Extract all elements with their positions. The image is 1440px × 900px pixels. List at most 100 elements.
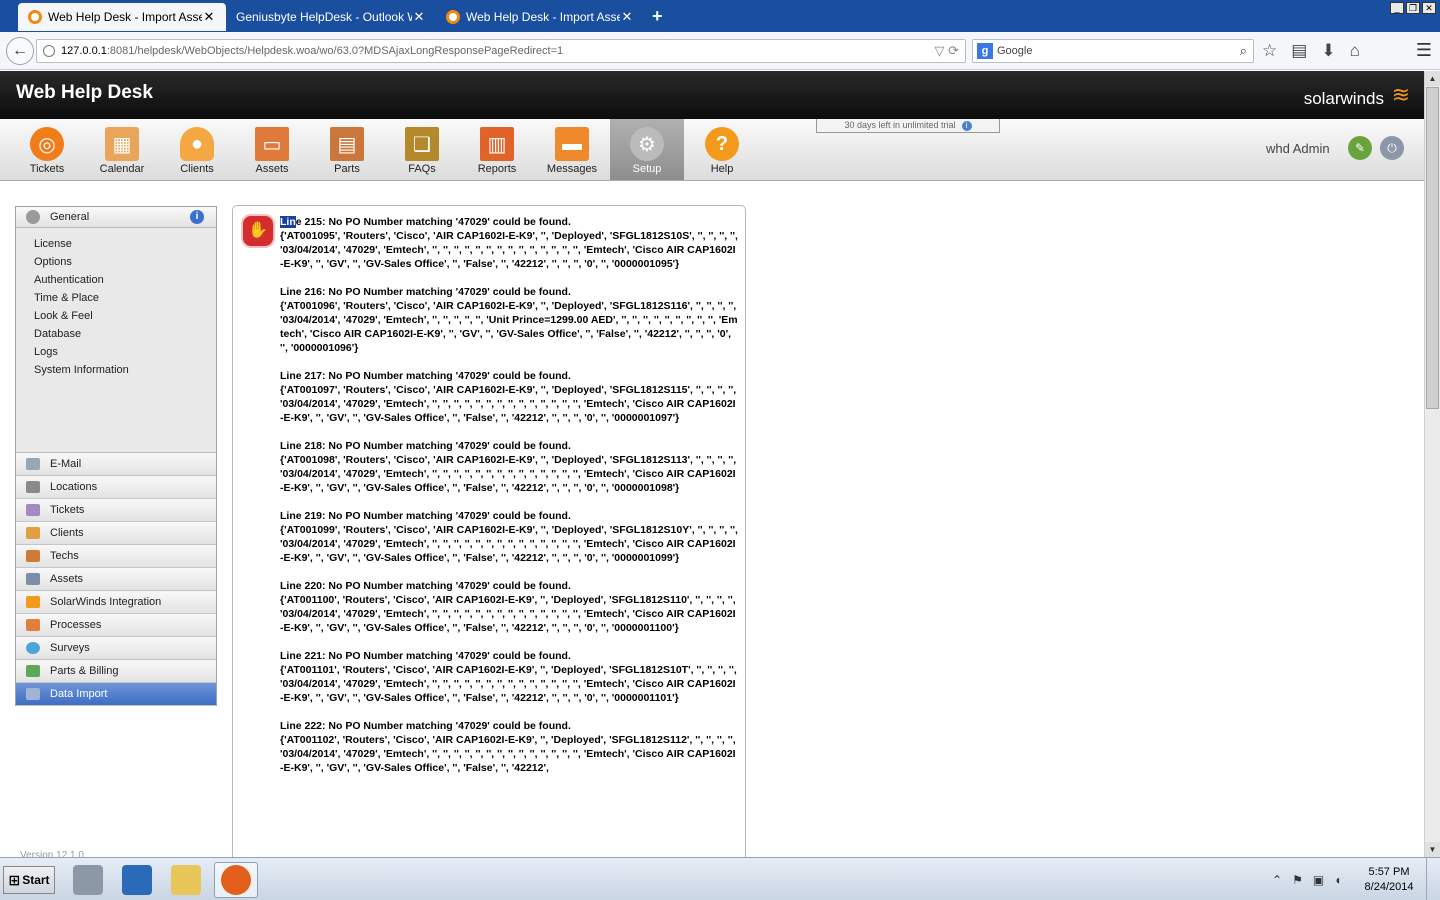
back-button[interactable]: ← [6,37,34,65]
toolbar-parts[interactable]: ▤ Parts [310,119,384,180]
scrollbar-thumb[interactable] [1426,87,1439,409]
billing-icon [26,665,40,677]
browser-tab-3[interactable]: Web Help Desk - Import Assets ✕ [436,3,644,31]
reload-icon[interactable]: ▽ ⟳ [934,43,959,59]
taskbar-explorer[interactable] [164,862,208,898]
error-message: Line 218: No PO Number matching '47029' … [280,439,738,495]
brand-logo: solarwinds [1303,89,1384,108]
preferences-icon[interactable]: ✎ [1348,136,1372,160]
sidebar-item-surveys[interactable]: Surveys [16,637,216,660]
windows-logo-icon: ⊞ [8,871,21,888]
error-record: {'AT001101', 'Routers', 'Cisco', 'AIR CA… [280,664,737,704]
sidebar-item-email[interactable]: E-Mail [16,453,216,476]
sidebar-item-general[interactable]: General i [16,207,216,228]
toolbar-label: Calendar [99,163,145,175]
building-icon [26,481,40,493]
server-manager-icon [73,865,103,895]
close-tab-icon[interactable]: ✕ [202,9,216,25]
toolbar-assets[interactable]: ▭ Assets [235,119,309,180]
info-icon[interactable]: i [961,121,972,131]
home-icon[interactable]: ⌂ [1350,41,1360,61]
sidebar-item-label: Data Import [50,688,108,700]
start-button[interactable]: ⊞ Start [3,866,55,894]
survey-icon [26,642,40,654]
windows-taskbar: ⊞ Start ⌃ ⚑ ▣ ◖ 5:57 PM 8/24/2014 [0,857,1440,900]
sidebar-item-parts-billing[interactable]: Parts & Billing [16,660,216,683]
error-heading-text: e 215: No PO Number matching '47029' cou… [295,216,571,228]
sidebar-item-solarwinds-integration[interactable]: SolarWinds Integration [16,591,216,614]
sidebar-item-locations[interactable]: Locations [16,476,216,499]
sidebar-item-clients[interactable]: Clients [16,522,216,545]
search-icon[interactable]: ⌕ [1240,43,1247,59]
sidebar-subitem-logs[interactable]: Logs [16,346,216,364]
question-icon: ? [705,127,739,161]
download-icon[interactable]: ⬇ [1321,41,1335,61]
info-icon[interactable]: i [190,210,204,224]
sidebar-subitem-options[interactable]: Options [16,256,216,274]
sidebar-subitem-system-information[interactable]: System Information [16,364,216,382]
ticket-icon [26,504,40,516]
toolbar-reports[interactable]: ▥ Reports [460,119,534,180]
show-desktop-button[interactable] [1426,858,1440,900]
toolbar-tickets[interactable]: ◎ Tickets [10,119,84,180]
toolbar-label: Help [710,163,734,175]
folder-icon [171,865,201,895]
error-heading: Line 217: No PO Number matching '47029' … [280,370,571,382]
bookmark-star-icon[interactable]: ☆ [1262,41,1277,61]
taskbar-clock[interactable]: 5:57 PM 8/24/2014 [1356,865,1422,895]
google-icon[interactable]: g [977,43,993,59]
sidebar-subitem-time-place[interactable]: Time & Place [16,292,216,310]
search-input[interactable]: g Google ⌕ [972,39,1254,63]
action-center-flag-icon[interactable]: ⚑ [1292,873,1303,887]
toolbar-help[interactable]: ? Help [685,119,759,180]
error-record: {'AT001099', 'Routers', 'Cisco', 'AIR CA… [280,524,738,564]
browser-tab-2[interactable]: Geniusbyte HelpDesk - Outlook W... ✕ [226,3,436,31]
error-record: {'AT001096', 'Routers', 'Cisco', 'AIR CA… [280,300,738,354]
close-tab-icon[interactable]: ✕ [620,9,634,25]
scroll-down-icon[interactable]: ▼ [1425,842,1440,857]
page-scrollbar[interactable]: ▲ ▼ [1424,71,1440,857]
sidebar-item-label: Locations [50,481,98,493]
address-bar[interactable]: 127.0.0.1:8081/helpdesk/WebObjects/Helpd… [36,39,966,63]
sidebar-item-tickets[interactable]: Tickets [16,499,216,522]
restore-icon[interactable]: ❐ [1406,2,1420,14]
sidebar-item-processes[interactable]: Processes [16,614,216,637]
toolbar-clients[interactable]: ● Clients [160,119,234,180]
person-icon: ● [180,127,214,161]
logout-icon[interactable]: ⏻ [1380,136,1404,160]
new-tab-button[interactable]: + [652,6,663,27]
sidebar-item-techs[interactable]: Techs [16,545,216,568]
monitor-icon [26,573,40,585]
taskbar-powershell[interactable] [115,862,159,898]
minimize-icon[interactable]: _ [1390,2,1404,14]
sidebar-item-label: Techs [50,550,79,562]
close-window-icon[interactable]: ✕ [1422,2,1436,14]
network-icon[interactable]: ▣ [1313,873,1324,887]
sidebar-item-data-import[interactable]: Data Import [16,683,216,706]
tab-label: Geniusbyte HelpDesk - Outlook W... [236,10,412,24]
toolbar-faqs[interactable]: ❑ FAQs [385,119,459,180]
toolbar-messages[interactable]: ▬ Messages [535,119,609,180]
sidebar-subitem-authentication[interactable]: Authentication [16,274,216,292]
scroll-up-icon[interactable]: ▲ [1425,71,1440,86]
sidebar-subitem-look-feel[interactable]: Look & Feel [16,310,216,328]
volume-icon[interactable]: ◖ [1334,873,1341,887]
user-name: whd Admin [1266,141,1330,156]
sidebar-item-label: SolarWinds Integration [50,596,162,608]
taskbar-firefox[interactable] [214,862,258,898]
browser-tab-1[interactable]: Web Help Desk - Import Assets ✕ [18,3,226,31]
menu-icon[interactable]: ☰ [1416,40,1432,61]
tray-expand-icon[interactable]: ⌃ [1272,873,1282,887]
sidebar-item-assets[interactable]: Assets [16,568,216,591]
taskbar-server-manager[interactable] [66,862,110,898]
sidebar-subitem-database[interactable]: Database [16,328,216,346]
window-controls: _ ❐ ✕ [1390,2,1436,14]
toolbar-calendar[interactable]: ▦ Calendar [85,119,159,180]
close-tab-icon[interactable]: ✕ [412,9,426,25]
toolbar-label: Assets [255,163,289,175]
toolbar-setup[interactable]: ⚙ Setup [610,119,684,180]
error-message: Line 215: No PO Number matching '47029' … [280,215,738,271]
trial-notice[interactable]: 30 days left in unlimited trial i [816,119,1000,133]
sidebar-subitem-license[interactable]: License [16,238,216,256]
reading-list-icon[interactable]: ▤ [1291,41,1307,61]
